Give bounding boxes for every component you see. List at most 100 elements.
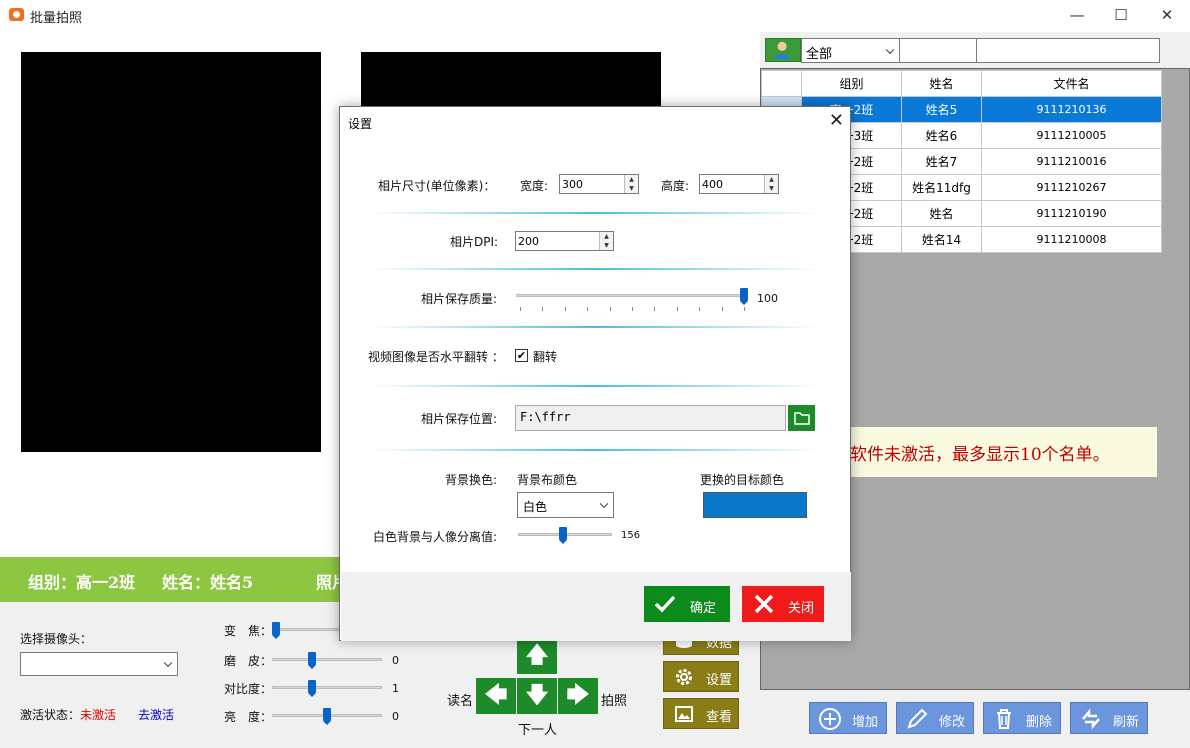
quality-slider-thumb[interactable] [740,288,748,305]
dialog-title: 设置 [348,117,373,131]
spin-down-icon[interactable]: ▼ [599,241,613,250]
image-icon [675,706,693,722]
cell-file[interactable]: 9111210190 [981,200,1162,227]
arrow-up-button[interactable]: 🡅 [517,638,557,674]
slider-label: 亮 度： [224,710,273,724]
separation-slider-thumb[interactable] [559,527,567,544]
bg-cloth-color-label: 背景布颜色 [517,473,578,487]
cell-name[interactable]: 姓名7 [901,148,982,175]
separator [370,268,820,270]
target-color-swatch[interactable] [703,492,807,518]
spin-down-icon[interactable]: ▼ [764,184,778,193]
dpi-value: 200 [518,235,539,248]
cell-name[interactable]: 姓名11dfg [901,174,982,201]
filter-input-1[interactable] [899,38,977,63]
height-label: 高度: [661,179,690,193]
gear-icon [676,669,692,685]
cell-name[interactable]: 姓名 [901,200,982,227]
close-dialog-button-label: 关闭 [788,601,815,616]
confirm-button[interactable]: 确定 [644,586,730,622]
slider-value: 1 [392,682,399,695]
dpi-label: 相片DPI: [450,235,499,249]
adjust-slider-thumb[interactable] [272,622,280,639]
close-icon: ✕ [1160,6,1174,24]
dpi-input[interactable]: 200 ▲ ▼ [515,231,614,251]
slider-tick [654,307,656,311]
camera-select[interactable] [20,652,178,676]
cell-name[interactable]: 姓名5 [901,96,982,123]
adjust-slider-thumb[interactable] [307,652,316,669]
view-button[interactable]: 查看 [663,698,739,729]
width-value: 300 [562,178,583,191]
spin-down-icon[interactable]: ▼ [624,184,638,193]
settings-button-label: 设置 [706,673,733,688]
plus-circle-icon [819,708,841,730]
width-input[interactable]: 300 ▲ ▼ [559,174,639,194]
close-window-button[interactable]: ✕ [1144,0,1190,32]
take-photo-label: 拍照 [601,694,628,709]
group-filter-select[interactable]: 全部 [801,38,900,63]
slider-tick [564,307,566,311]
filter-input-2[interactable] [976,38,1160,63]
edit-button-label: 修改 [939,715,966,730]
spin-up-icon[interactable]: ▲ [624,175,638,184]
maximize-button[interactable]: ☐ [1098,0,1144,32]
flip-label: 视频图像是否水平翻转 ： [368,350,504,364]
row-header-corner [761,70,802,97]
quality-slider[interactable] [516,294,746,297]
read-name-label: 读名 [447,694,474,709]
edit-button[interactable]: 修改 [896,702,974,734]
activate-link[interactable]: 去激活 [138,706,174,723]
cell-file[interactable]: 9111210136 [981,96,1162,123]
close-dialog-button[interactable]: 关闭 [742,586,824,622]
flip-checkbox[interactable]: ✔ [515,349,528,362]
arrow-down-button[interactable]: 🡇 [517,678,557,714]
separation-label: 白色背景与人像分离值: [373,530,498,544]
minimize-button[interactable]: — [1054,0,1100,32]
slider-value: 0 [392,654,399,667]
separation-value: 156 [621,530,641,541]
save-path-value: F:\ffrr [520,410,571,424]
name-info: 姓名：姓名5 [162,573,254,592]
confirm-button-label: 确定 [690,601,717,616]
adjust-slider-thumb[interactable] [307,680,316,697]
slider-tick [676,307,678,311]
slider-tick [587,307,589,311]
checkmark-icon [654,595,676,613]
height-input[interactable]: 400 ▲ ▼ [699,174,779,194]
arrow-left-button[interactable]: 🡄 [476,678,516,714]
spin-up-icon[interactable]: ▲ [599,232,613,241]
refresh-button[interactable]: 刷新 [1070,702,1148,734]
arrow-right-button[interactable]: 🡆 [558,678,598,714]
cell-file[interactable]: 9111210267 [981,174,1162,201]
activation-notice: 因软件未激活，最多显示10个名单。 [833,427,1157,477]
separator [370,212,820,214]
column-header-name[interactable]: 姓名 [901,70,982,97]
dialog-close-button[interactable]: ✕ [829,110,844,131]
next-person-label: 下一人 [518,723,558,738]
spin-up-icon[interactable]: ▲ [764,175,778,184]
activation-label: 激活状态： [20,708,81,722]
chevron-down-icon [163,658,173,668]
add-button[interactable]: 增加 [809,702,887,734]
bg-cloth-color-select[interactable]: 白色 [517,492,614,518]
slider-tick [542,307,544,311]
cell-name[interactable]: 姓名6 [901,122,982,149]
adjust-slider-thumb[interactable] [323,708,331,725]
adjust-slider[interactable] [272,686,382,689]
delete-button-label: 删除 [1026,715,1053,730]
column-header-group[interactable]: 组别 [801,70,902,97]
cell-file[interactable]: 9111210005 [981,122,1162,149]
folder-icon [794,412,810,425]
trash-icon [997,709,1011,729]
column-header-file[interactable]: 文件名 [981,70,1162,97]
bg-change-label: 背景换色: [445,473,498,487]
save-path-input[interactable]: F:\ffrr [515,405,786,431]
adjust-slider[interactable] [272,658,382,661]
delete-button[interactable]: 删除 [983,702,1061,734]
settings-button[interactable]: 设置 [663,661,739,692]
cell-name[interactable]: 姓名14 [901,226,982,253]
browse-folder-button[interactable] [788,405,815,431]
cell-file[interactable]: 9111210008 [981,226,1162,253]
cell-file[interactable]: 9111210016 [981,148,1162,175]
